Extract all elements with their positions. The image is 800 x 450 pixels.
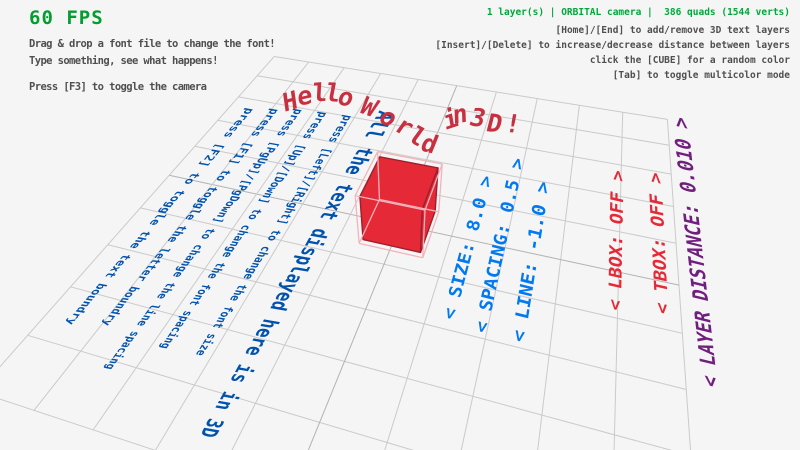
status-bar: 1 layer(s) | ORBITAL camera | 386 quads … — [487, 7, 790, 18]
hint-dragdrop: Drag & drop a font file to change the fo… — [29, 38, 275, 50]
ground-text-tbox-setting: < TBOX: OFF > — [644, 170, 673, 316]
ground-text-lbox-setting: < LBOX: OFF > — [605, 168, 628, 313]
app-window: All the text displayed here is in 3Dpres… — [0, 0, 800, 450]
scene-canvas[interactable]: All the text displayed here is in 3Dpres… — [0, 0, 800, 450]
hint-type: Type something, see what happens! — [29, 55, 218, 67]
help-layers: [Home]/[End] to add/remove 3D text layer… — [556, 25, 791, 36]
help-cube-color: click the [CUBE] for a random color — [590, 55, 790, 66]
help-multicolor: [Tab] to toggle multicolor mode — [613, 70, 790, 81]
ground-text-layer-distance: < LAYER DISTANCE: 0.010 > — [669, 114, 724, 390]
wavy-title-char: ! — [503, 109, 523, 138]
wavy-title-char: n — [452, 98, 468, 130]
wavy-title-char: e — [296, 80, 313, 112]
help-layer-distance: [Insert]/[Delete] to increase/decrease d… — [435, 40, 790, 51]
hint-camera-toggle: Press [F3] to toggle the camera — [29, 81, 206, 93]
fps-counter: 60 FPS — [29, 7, 104, 29]
